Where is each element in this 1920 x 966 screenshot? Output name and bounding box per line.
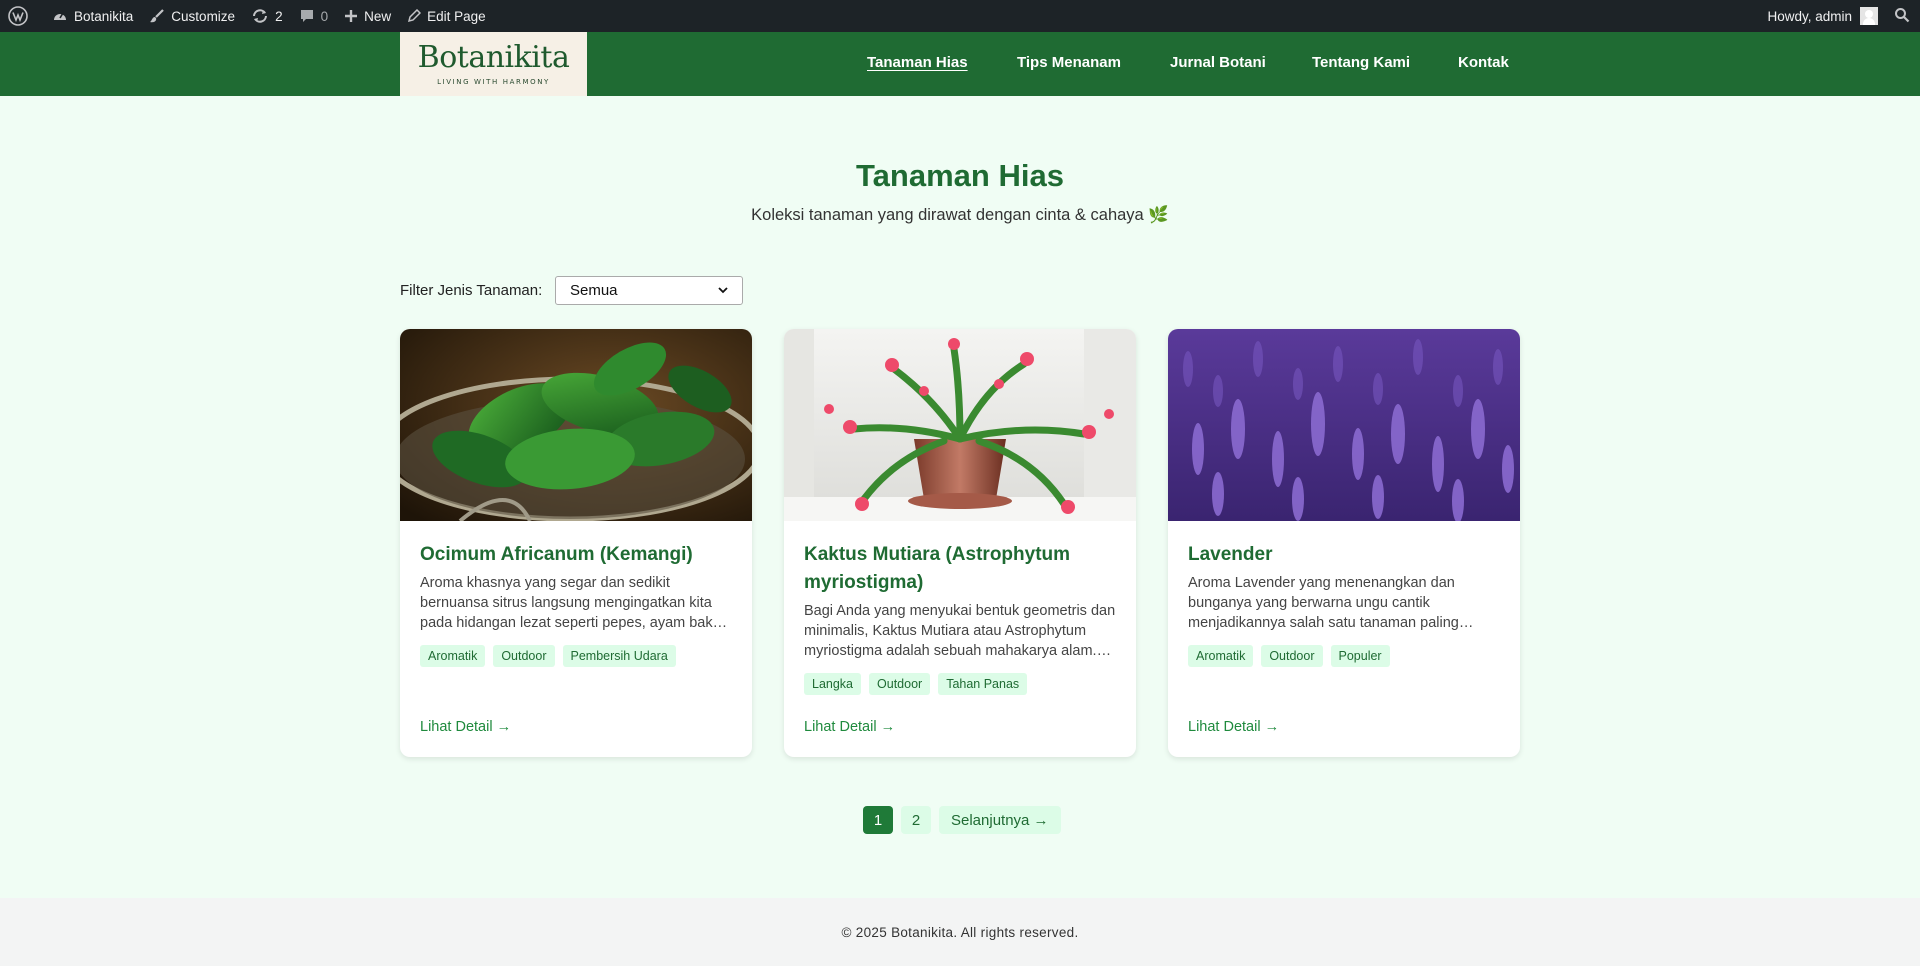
filter-label: Filter Jenis Tanaman: bbox=[400, 282, 543, 299]
site-header: Botanikita LIVING WITH HARMONY Tanaman H… bbox=[0, 32, 1920, 96]
admin-search-button[interactable] bbox=[1886, 0, 1920, 32]
card-title[interactable]: Kaktus Mutiara (Astrophytum myriostigma) bbox=[804, 541, 1116, 597]
view-detail-link[interactable]: Lihat Detail → bbox=[1188, 719, 1279, 735]
updates-icon bbox=[251, 8, 269, 24]
card-title[interactable]: Ocimum Africanum (Kemangi) bbox=[420, 541, 732, 569]
tag-list: Aromatik Outdoor Pembersih Udara bbox=[420, 645, 732, 667]
plus-icon bbox=[344, 9, 358, 23]
logo-wordmark: Botanikita bbox=[417, 39, 570, 75]
tag: Outdoor bbox=[493, 645, 555, 667]
page-button-current[interactable]: 1 bbox=[863, 806, 893, 834]
wp-logo-menu[interactable] bbox=[0, 0, 44, 32]
plant-image-kaktus-mutiara[interactable] bbox=[784, 329, 1136, 521]
edit-page-label: Edit Page bbox=[427, 8, 486, 24]
plant-card: Kaktus Mutiara (Astrophytum myriostigma)… bbox=[784, 329, 1136, 757]
updates-count: 2 bbox=[275, 8, 283, 24]
pagination: 1 2 Selanjutnya → bbox=[863, 806, 1061, 834]
tag-list: Langka Outdoor Tahan Panas bbox=[804, 673, 1116, 695]
next-page-button[interactable]: Selanjutnya → bbox=[939, 806, 1061, 834]
plant-image-lavender[interactable] bbox=[1168, 329, 1520, 521]
admin-bar: Botanikita Customize 2 0 New Edit Page H… bbox=[0, 0, 1920, 32]
page-button[interactable]: 2 bbox=[901, 806, 931, 834]
tag: Outdoor bbox=[1261, 645, 1323, 667]
comment-icon bbox=[299, 8, 315, 24]
plant-card: Lavender Aroma Lavender yang menenangkan… bbox=[1168, 329, 1520, 757]
view-detail-link[interactable]: Lihat Detail → bbox=[420, 719, 511, 735]
filter-selected-value: Semua bbox=[570, 282, 618, 299]
search-icon bbox=[1894, 7, 1910, 26]
pencil-icon bbox=[407, 9, 422, 23]
tag: Langka bbox=[804, 673, 862, 695]
comments-count: 0 bbox=[320, 8, 329, 24]
card-title[interactable]: Lavender bbox=[1188, 541, 1500, 569]
site-footer: © 2025 Botanikita. All rights reserved. bbox=[0, 898, 1920, 966]
site-logo[interactable]: Botanikita LIVING WITH HARMONY bbox=[400, 32, 587, 96]
howdy-label: Howdy, admin bbox=[1767, 8, 1852, 24]
nav-kontak[interactable]: Kontak bbox=[1458, 54, 1509, 71]
comments-button[interactable]: 0 bbox=[291, 0, 337, 32]
new-content-button[interactable]: New bbox=[336, 0, 399, 32]
tag: Aromatik bbox=[420, 645, 486, 667]
chevron-down-icon bbox=[718, 285, 728, 297]
nav-jurnal-botani[interactable]: Jurnal Botani bbox=[1170, 54, 1266, 71]
wordpress-icon bbox=[8, 6, 28, 26]
tag-list: Aromatik Outdoor Populer bbox=[1188, 645, 1500, 667]
nav-tips-menanam[interactable]: Tips Menanam bbox=[1017, 54, 1121, 71]
tag: Pembersih Udara bbox=[562, 645, 676, 667]
tag: Populer bbox=[1330, 645, 1390, 667]
customize-button[interactable]: Customize bbox=[141, 0, 243, 32]
nav-tanaman-hias[interactable]: Tanaman Hias bbox=[867, 54, 968, 71]
edit-page-button[interactable]: Edit Page bbox=[399, 0, 494, 32]
card-description: Bagi Anda yang menyukai bentuk geometris… bbox=[804, 603, 1116, 659]
page-title: Tanaman Hias bbox=[856, 158, 1064, 193]
copyright-text: © 2025 Botanikita. All rights reserved. bbox=[841, 924, 1079, 940]
card-description: Aroma Lavender yang menenangkan dan bung… bbox=[1188, 575, 1459, 631]
nav-tentang-kami[interactable]: Tentang Kami bbox=[1312, 54, 1410, 71]
logo-tagline: LIVING WITH HARMONY bbox=[437, 77, 550, 86]
tag: Aromatik bbox=[1188, 645, 1254, 667]
brush-icon bbox=[149, 8, 165, 24]
tag: Tahan Panas bbox=[938, 673, 1028, 695]
plant-image-kemangi[interactable] bbox=[400, 329, 752, 521]
site-name-label: Botanikita bbox=[74, 8, 134, 24]
customize-label: Customize bbox=[171, 8, 236, 24]
page-subtitle: Koleksi tanaman yang dirawat dengan cint… bbox=[751, 206, 1169, 224]
site-name-menu[interactable]: Botanikita bbox=[44, 0, 141, 32]
view-detail-link[interactable]: Lihat Detail → bbox=[804, 719, 895, 735]
plant-type-filter-select[interactable]: Semua bbox=[555, 276, 743, 305]
plant-card: Ocimum Africanum (Kemangi) Aroma khasnya… bbox=[400, 329, 752, 757]
tag: Outdoor bbox=[869, 673, 931, 695]
avatar bbox=[1860, 7, 1878, 25]
dashboard-icon bbox=[52, 8, 68, 24]
new-label: New bbox=[364, 8, 392, 24]
updates-button[interactable]: 2 bbox=[243, 0, 291, 32]
card-description: Aroma khasnya yang segar dan sedikit ber… bbox=[420, 575, 729, 631]
account-menu[interactable]: Howdy, admin bbox=[1759, 0, 1886, 32]
